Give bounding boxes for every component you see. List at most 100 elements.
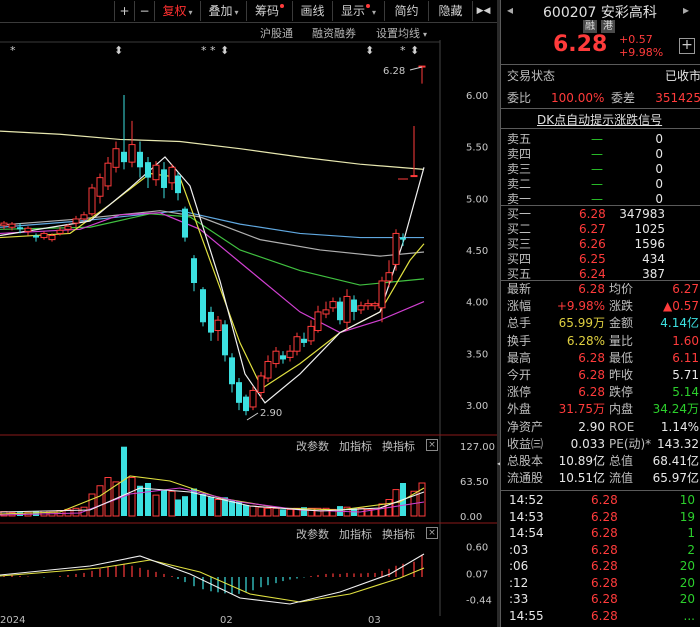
candle-body[interactable] (24, 227, 32, 232)
candle-body[interactable] (392, 232, 400, 265)
candle-body[interactable] (40, 232, 48, 239)
volume-bar[interactable] (168, 490, 176, 517)
candle-body[interactable] (72, 218, 80, 224)
volume-bar[interactable] (280, 509, 286, 516)
volume-bar[interactable] (161, 489, 167, 516)
volume-bar[interactable] (418, 482, 426, 517)
candle-body[interactable] (229, 357, 235, 385)
candle-body[interactable] (0, 222, 8, 226)
candle-body[interactable] (337, 301, 343, 321)
volume-bar[interactable] (72, 507, 80, 517)
candle-body[interactable] (64, 225, 72, 230)
volume-bar[interactable] (175, 499, 181, 517)
ask-row[interactable]: 卖三 — 0 (501, 161, 700, 177)
candle-body[interactable] (104, 162, 112, 187)
candlestick-chart[interactable]: 6.00 5.50 5.00 4.50 4.00 3.50 3.00 6.28 2.90 (0, 40, 497, 436)
candle-body[interactable] (121, 151, 127, 163)
volume-bar[interactable] (257, 506, 265, 517)
tick-list[interactable]: 14:52 6.28 10 14:53 6.28 19 14:54 6.28 1:03 6.28 2… (501, 492, 700, 627)
volume-bar[interactable] (104, 477, 112, 517)
display-dropdown[interactable]: 显示 ▾ (332, 1, 384, 21)
candle-body[interactable] (137, 151, 143, 168)
candle-body[interactable] (385, 272, 393, 282)
candle-body[interactable] (8, 223, 16, 228)
candle-body[interactable] (351, 299, 357, 312)
volume-bar[interactable] (200, 494, 206, 516)
candle-body[interactable] (357, 305, 365, 311)
volume-bar[interactable] (249, 505, 257, 517)
candle-body[interactable] (145, 162, 151, 178)
bid-row[interactable]: 买三 6.26 1596 (501, 236, 700, 252)
candle-body[interactable] (48, 234, 56, 241)
volume-bar[interactable] (152, 494, 160, 517)
volume-bar[interactable] (286, 508, 294, 517)
candle-body[interactable] (222, 324, 228, 356)
candle-body[interactable] (286, 350, 294, 358)
volume-bar[interactable] (264, 507, 272, 517)
volume-bar[interactable] (96, 485, 104, 517)
candle-body[interactable] (236, 382, 242, 403)
volume-bar[interactable] (208, 496, 214, 516)
volume-bar[interactable] (182, 496, 188, 516)
ask-row[interactable]: 卖五 — 0 (501, 131, 700, 147)
candle-body[interactable] (272, 350, 280, 365)
candle-body[interactable] (343, 295, 351, 323)
volume-bar[interactable] (378, 503, 386, 517)
candle-body[interactable] (152, 164, 160, 181)
add-watchlist-icon[interactable]: + (679, 38, 695, 54)
volume-bar[interactable] (214, 499, 222, 517)
candle-body[interactable] (128, 144, 136, 163)
candle-body[interactable] (378, 280, 386, 309)
candle-body[interactable] (80, 214, 88, 220)
bid-row[interactable]: 买一 6.28 347983 (501, 206, 700, 222)
hgt-link[interactable]: 沪股通 (260, 25, 293, 41)
volume-bar[interactable] (272, 507, 280, 517)
collapse-arrows-button[interactable]: ▶◀ (472, 1, 494, 21)
volume-bar[interactable] (243, 505, 249, 516)
candle-body[interactable] (307, 325, 315, 342)
candle-body[interactable] (200, 289, 206, 323)
candle-body[interactable] (88, 187, 96, 215)
candle-body[interactable] (112, 148, 120, 168)
candle-body[interactable] (293, 336, 301, 352)
ma-settings-dropdown[interactable]: 设置均线 ▾ (376, 25, 427, 41)
brief-button[interactable]: 简约 (384, 1, 428, 21)
candle-body[interactable] (314, 311, 322, 332)
candle-body[interactable] (214, 319, 222, 332)
candle-body[interactable] (191, 258, 197, 284)
volume-bar[interactable] (229, 500, 235, 516)
candle-body[interactable] (56, 229, 64, 234)
candle-body[interactable] (329, 301, 337, 309)
candle-body[interactable] (249, 389, 257, 408)
candle-body[interactable] (400, 237, 406, 240)
candle-body[interactable] (243, 396, 249, 412)
zoom-in-button[interactable]: + (114, 1, 134, 21)
candle-body[interactable] (17, 227, 23, 230)
candle-body[interactable] (161, 169, 167, 188)
candle-body[interactable] (322, 309, 330, 315)
candle-body[interactable] (175, 175, 181, 194)
candle-body[interactable] (371, 303, 379, 307)
candle-body[interactable] (208, 311, 214, 333)
zoom-out-button[interactable]: − (134, 1, 154, 21)
candle-body[interactable] (410, 175, 418, 178)
candle-body[interactable] (418, 65, 426, 68)
bid-row[interactable]: 买四 6.25 434 (501, 251, 700, 267)
adjust-dropdown[interactable]: 复权 ▾ (154, 1, 200, 21)
draw-line-button[interactable]: 画线 (292, 1, 332, 21)
volume-bar[interactable] (88, 493, 96, 517)
volume-chart[interactable]: 127.00 63.50 0.00 (0, 436, 497, 524)
candle-body[interactable] (182, 208, 188, 238)
hide-button[interactable]: 隐藏 (428, 1, 472, 21)
bid-row[interactable]: 买二 6.27 1025 (501, 221, 700, 237)
candle-body[interactable] (96, 177, 104, 197)
ask-row[interactable]: 卖四 — 0 (501, 146, 700, 162)
candle-body[interactable] (33, 235, 39, 238)
ask-row[interactable]: 卖二 — 0 (501, 176, 700, 192)
candle-body[interactable] (264, 361, 272, 379)
margin-trading-link[interactable]: 融资融券 (312, 25, 356, 41)
volume-bar[interactable] (137, 485, 143, 516)
forward-arrow-icon[interactable]: ▸ (683, 3, 689, 17)
back-arrow-icon[interactable]: ◂ (507, 3, 513, 17)
dk-signal-link[interactable]: DK点自动提示涨跌信号 (537, 111, 662, 128)
